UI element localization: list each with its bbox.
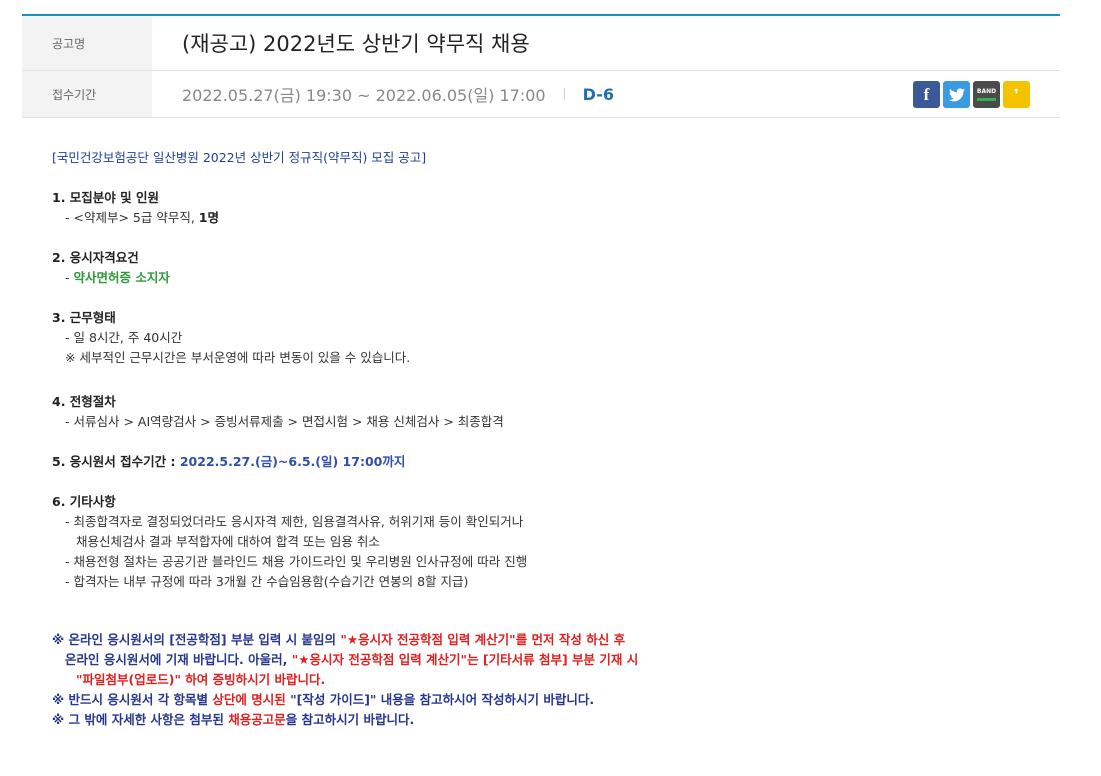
notice-title-row: 공고명 (재공고) 2022년도 상반기 약무직 채용 [22, 16, 1060, 71]
note-line4: ※ 반드시 응시원서 각 항목별 상단에 명시된 "[작성 가이드]" 내용을 … [52, 692, 595, 707]
section5: 5. 응시원서 접수기간 : 2022.5.27.(금)~6.5.(일) 17:… [52, 454, 406, 469]
section6-item1b: 채용신체검사 결과 부적합자에 대하여 합격 또는 임용 취소 [76, 534, 380, 549]
section3-item2: ※ 세부적인 근무시간은 부서운영에 따라 변동이 있을 수 있습니다. [65, 350, 411, 365]
period-label: 접수기간 [22, 71, 152, 117]
section1-item: - <약제부> 5급 약무직, 1명 [65, 210, 219, 225]
section6-title: 6. 기타사항 [52, 494, 116, 509]
facebook-icon: f [923, 84, 930, 104]
section2-item: - 약사면허증 소지자 [65, 270, 170, 285]
kakao-icon: ❜ [1014, 86, 1019, 103]
period-row: 접수기간 2022.05.27(금) 19:30 ~ 2022.06.05(일)… [22, 71, 1060, 118]
notice-content: [국민건강보험공단 일산병원 2022년 상반기 정규직(약무직) 모집 공고]… [52, 148, 1032, 730]
notice-title: (재공고) 2022년도 상반기 약무직 채용 [182, 32, 530, 56]
note-line3: "파일첨부(업로드)" 하여 증빙하시기 바랍니다. [76, 672, 326, 687]
note-line5: ※ 그 밖에 자세한 사항은 첨부된 채용공고문을 참고하시기 바랍니다. [52, 712, 415, 727]
dday-badge: D-6 [582, 84, 614, 104]
band-share-button[interactable]: BAND [973, 81, 1000, 108]
section3-title: 3. 근무형태 [52, 310, 116, 325]
twitter-icon [948, 87, 965, 101]
section6-item2: - 채용전형 절차는 공공기관 블라인드 채용 가이드라인 및 우리병원 인사규… [65, 554, 528, 569]
section6-item1: - 최종합격자로 결정되었더라도 응시자격 제한, 임용결격사유, 허위기재 등… [65, 514, 524, 529]
section4-title: 4. 전형절차 [52, 394, 116, 409]
band-icon: BAND [976, 88, 997, 95]
divider [563, 88, 565, 100]
period-value-wrap: 2022.05.27(금) 19:30 ~ 2022.06.05(일) 17:0… [182, 71, 614, 117]
twitter-share-button[interactable] [943, 81, 970, 108]
section1-title: 1. 모집분야 및 인원 [52, 190, 160, 205]
note-line2: 온라인 응시원서에 기재 바랍니다. 아울러, "★응시자 전공학점 입력 계산… [65, 652, 639, 667]
section6-item3: - 합격자는 내부 규정에 따라 3개월 간 수습임용함(수습기간 연봉의 8할… [65, 574, 469, 589]
kakao-share-button[interactable]: ❜ [1003, 81, 1030, 108]
section2-title: 2. 응시자격요건 [52, 250, 139, 265]
section3-item1: - 일 8시간, 주 40시간 [65, 330, 183, 345]
notice-label: 공고명 [22, 16, 152, 70]
intro-text: [국민건강보험공단 일산병원 2022년 상반기 정규직(약무직) 모집 공고] [52, 150, 427, 165]
facebook-share-button[interactable]: f [913, 81, 940, 108]
share-buttons: f BAND ❜ [913, 81, 1030, 108]
section4-item: - 서류심사 > AI역량검사 > 증빙서류제출 > 면접시험 > 채용 신체검… [65, 414, 504, 429]
period-value: 2022.05.27(금) 19:30 ~ 2022.06.05(일) 17:0… [182, 86, 546, 105]
band-bar [977, 98, 996, 101]
note-line1: ※ 온라인 응시원서의 [전공학점] 부분 입력 시 붙임의 "★응시자 전공학… [52, 632, 626, 647]
